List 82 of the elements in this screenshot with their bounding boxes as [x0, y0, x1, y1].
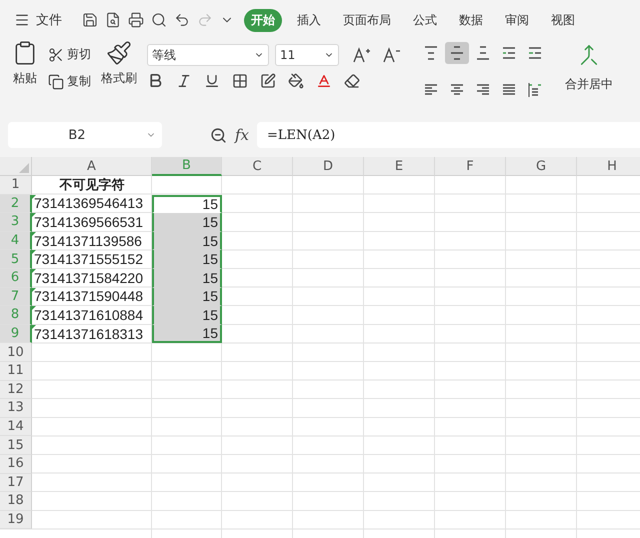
column-header[interactable]: D — [293, 157, 364, 176]
table-cell-text: 73141371610884 — [32, 306, 144, 325]
format-painter-button[interactable]: 格式刷 — [101, 40, 137, 110]
brush-icon — [106, 40, 132, 66]
row-header[interactable]: 12 — [0, 380, 32, 400]
ribbon-tab[interactable]: 公式 — [406, 8, 444, 32]
row-header[interactable]: 15 — [0, 436, 32, 455]
column-header[interactable]: G — [506, 157, 577, 176]
table-cell-text: 73141371139586 — [32, 232, 143, 250]
table-cell-text: 73141371584220 — [32, 268, 144, 288]
column-header[interactable]: C — [222, 157, 293, 176]
table-cell-text: 73141371590448 — [32, 288, 144, 306]
merge-center-button[interactable]: 合并居中 — [565, 40, 613, 110]
shrink-font-icon[interactable] — [383, 47, 401, 63]
ribbon-tab[interactable]: 数据 — [452, 8, 490, 32]
file-menu[interactable]: 文件 — [14, 11, 62, 29]
copy-icon — [48, 74, 64, 90]
ribbon-tab[interactable]: 视图 — [544, 8, 582, 32]
ribbon-tab[interactable]: 审阅 — [498, 8, 536, 32]
save-icon[interactable] — [82, 12, 98, 28]
row-header[interactable]: 17 — [0, 474, 32, 492]
align-outdent-icon — [502, 46, 516, 60]
row-header[interactable]: 18 — [0, 492, 32, 511]
align-left-icon — [424, 83, 438, 97]
scissors-icon — [48, 46, 64, 62]
table-cell-text: 不可见字符 — [58, 176, 126, 195]
column-header[interactable]: E — [364, 157, 435, 176]
align-middle-icon — [450, 46, 464, 60]
alignment-button[interactable] — [445, 42, 469, 64]
ribbon-tab[interactable]: 插入 — [290, 8, 328, 32]
font-size-field[interactable]: 11 — [275, 44, 339, 66]
name-box[interactable]: B2 — [8, 122, 162, 148]
row-header[interactable]: 13 — [0, 399, 32, 418]
row-header[interactable]: 11 — [0, 362, 32, 381]
align-justify-icon — [502, 83, 516, 97]
align-top-icon — [424, 46, 438, 60]
table-cell: 15 — [152, 324, 222, 344]
table-cell: 15 — [152, 194, 222, 214]
merge-cells-icon — [578, 44, 600, 66]
zoom-icon[interactable] — [210, 126, 227, 144]
table-cell: 15 — [152, 232, 222, 250]
table-cell: 15 — [152, 250, 222, 269]
table-cell-text: 73141371555152 — [32, 250, 144, 269]
row-header[interactable]: 16 — [0, 454, 32, 474]
font-name-field[interactable]: 等线 — [147, 44, 269, 66]
table-cell-text: 73141369546413 — [32, 194, 144, 214]
column-header[interactable]: H — [577, 157, 640, 176]
underline-icon[interactable] — [204, 72, 220, 88]
ribbon-tab[interactable]: 开始 — [244, 8, 282, 32]
align-bottom-icon — [476, 46, 490, 60]
row-header[interactable]: 19 — [0, 510, 32, 530]
table-cell-text: 73141371618313 — [32, 324, 144, 344]
table-cell: 15 — [152, 213, 222, 232]
align-distributed-icon — [528, 83, 542, 97]
cut-button[interactable]: 剪切 — [48, 46, 91, 63]
column-header[interactable]: A — [32, 157, 152, 176]
row-header[interactable]: 10 — [0, 343, 32, 362]
table-cell: 15 — [152, 288, 222, 306]
borders-icon[interactable] — [232, 72, 248, 88]
fill-color-icon[interactable] — [288, 72, 304, 88]
insert-function-button[interactable]: fx — [235, 126, 250, 144]
column-header[interactable]: F — [435, 157, 506, 176]
triangle-icon — [19, 163, 29, 173]
table-cell: 15 — [152, 306, 222, 325]
italic-icon[interactable] — [176, 72, 192, 88]
table-cell: 15 — [152, 268, 222, 288]
undo-icon[interactable] — [174, 12, 190, 28]
ribbon-tab[interactable]: 页面布局 — [336, 8, 398, 32]
eraser-icon[interactable] — [344, 72, 360, 88]
row-header[interactable]: 14 — [0, 418, 32, 436]
align-center-icon — [450, 83, 464, 97]
align-right-icon — [476, 83, 490, 97]
copy-button[interactable]: 复制 — [48, 73, 91, 90]
row-header[interactable]: 1 — [0, 176, 32, 195]
formula-field[interactable]: =LEN(A2) — [257, 122, 640, 148]
print-icon[interactable] — [128, 12, 144, 28]
grow-font-icon[interactable] — [353, 47, 371, 63]
align-indent-icon — [528, 46, 542, 60]
paste-button[interactable]: 粘贴 — [12, 40, 38, 110]
menu-icon — [14, 12, 30, 28]
table-cell-text: 73141369566531 — [32, 213, 144, 232]
font-color-icon[interactable] — [316, 72, 332, 88]
